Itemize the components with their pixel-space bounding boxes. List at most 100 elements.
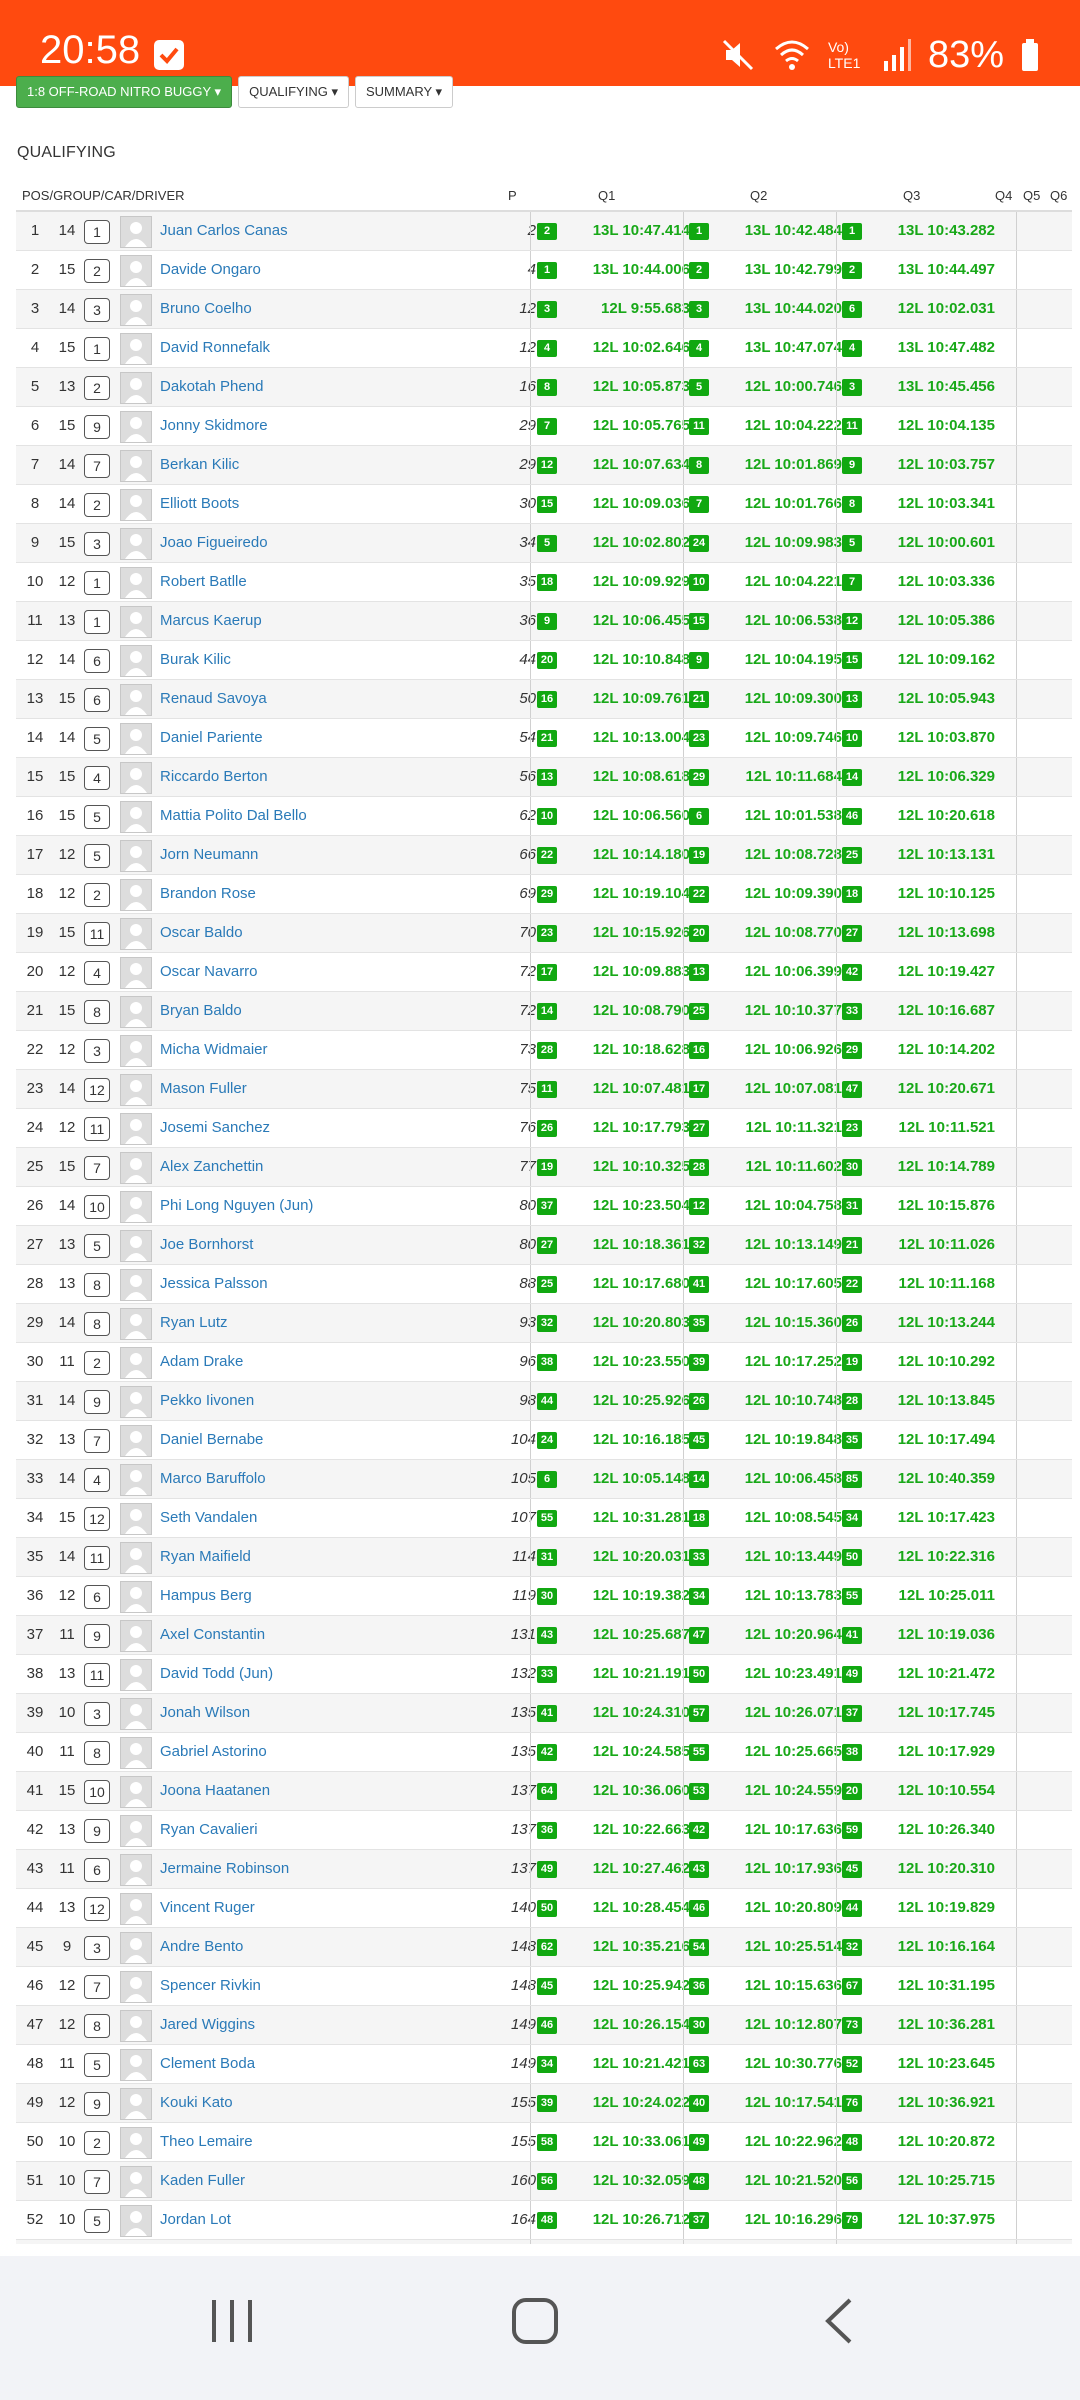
- column-divider: [1016, 2240, 1017, 2244]
- driver-link[interactable]: Seth Vandalen: [160, 1499, 510, 1537]
- avatar: [120, 2127, 152, 2159]
- avatar: [120, 1074, 152, 1106]
- column-divider: [836, 446, 837, 484]
- driver-link[interactable]: Jonny Skidmore: [160, 407, 510, 445]
- column-divider: [836, 329, 837, 367]
- driver-link[interactable]: Marcus Kaerup: [160, 602, 510, 640]
- driver-link[interactable]: Jonah Wilson: [160, 1694, 510, 1732]
- driver-link[interactable]: Theo Lemaire: [160, 2123, 510, 2161]
- position: 41: [26, 1782, 44, 1799]
- q1-result: 12L 10:18.628: [592, 1041, 690, 1058]
- column-divider: [836, 719, 837, 757]
- home-icon[interactable]: [510, 2296, 560, 2351]
- driver-link[interactable]: Phi Long Nguyen (Jun): [160, 1187, 510, 1225]
- driver-link[interactable]: Daniel Bernabe: [160, 1421, 510, 1459]
- qualifying-dropdown-button[interactable]: QUALIFYING ▾: [238, 76, 349, 108]
- driver-link[interactable]: Jermaine Robinson: [160, 1850, 510, 1888]
- driver-link[interactable]: Renaud Savoya: [160, 680, 510, 718]
- column-divider: [836, 1265, 837, 1303]
- driver-link[interactable]: Bruno Coelho: [160, 290, 510, 328]
- driver-link[interactable]: Jordan Lot: [160, 2201, 510, 2239]
- driver-link[interactable]: Juan Carlos Canas: [160, 212, 510, 250]
- driver-link[interactable]: Clement Boda: [160, 2045, 510, 2083]
- summary-dropdown-button[interactable]: SUMMARY ▾: [354, 76, 454, 108]
- q1-result: 12L 10:24.310: [592, 1704, 690, 1721]
- column-divider: [1016, 2162, 1017, 2200]
- q1-result: 12L 10:25.926: [592, 1392, 690, 1409]
- avatar: [120, 1464, 152, 1496]
- driver-link[interactable]: Jessica Palsson: [160, 1265, 510, 1303]
- q1-result: 12L 10:08.618: [592, 768, 690, 785]
- table-row: 7 14 7 Berkan Kilic 29 12 12L 10:07.634 8 12L 10…: [16, 446, 1072, 485]
- driver-link[interactable]: Daniel Pariente: [160, 719, 510, 757]
- driver-link[interactable]: Elliott Boots: [160, 485, 510, 523]
- driver-link[interactable]: Kaden Fuller: [160, 2162, 510, 2200]
- driver-link[interactable]: Dakotah Phend: [160, 368, 510, 406]
- driver-link[interactable]: Jorn Neumann: [160, 836, 510, 874]
- driver-link[interactable]: Riccardo Berton: [160, 758, 510, 796]
- q1-result: 12L 10:05.765: [592, 417, 690, 434]
- class-dropdown-button[interactable]: 1:8 OFF-ROAD NITRO BUGGY ▾: [16, 76, 233, 108]
- driver-link[interactable]: Davide Ongaro: [160, 251, 510, 289]
- driver-link[interactable]: Vincent Ruger: [160, 1889, 510, 1927]
- driver-link[interactable]: Ryan Lutz: [160, 1304, 510, 1342]
- position: 53: [20, 2240, 50, 2244]
- driver-link[interactable]: Josemi Sanchez: [160, 1109, 510, 1147]
- driver-link[interactable]: Bryan Baldo: [160, 992, 510, 1030]
- driver-link[interactable]: Pekko Iivonen: [160, 1382, 510, 1420]
- driver-link[interactable]: Joao Figueiredo: [160, 524, 510, 562]
- driver-link[interactable]: Brandon Rose: [160, 875, 510, 913]
- driver-link[interactable]: David Todd (Jun): [160, 1655, 510, 1693]
- table-row: 46 12 7 Spencer Rivkin 148 45 12L 10:25.942 36 1…: [16, 1967, 1072, 2006]
- driver-link[interactable]: Ryan Maifield: [160, 1538, 510, 1576]
- car-number: 11: [84, 1117, 110, 1141]
- driver-link[interactable]: Mason Fuller: [160, 1070, 510, 1108]
- column-divider: [1016, 914, 1017, 952]
- q2-result: 12L 10:06.399: [744, 963, 842, 980]
- driver-link[interactable]: Berkan Kilic: [160, 446, 510, 484]
- position: 3: [30, 300, 40, 317]
- group: 14: [58, 651, 76, 668]
- driver-link[interactable]: Kouki Kato: [160, 2084, 510, 2122]
- driver-link[interactable]: Jared Wiggins: [160, 2006, 510, 2044]
- q2-result: 12L 10:15.636: [744, 1977, 842, 1994]
- wifi-icon: [772, 37, 812, 73]
- column-divider: [530, 602, 531, 640]
- car-number: 7: [84, 2170, 110, 2194]
- avatar: [120, 1035, 152, 1067]
- driver-link[interactable]: Ryan Cavalieri: [160, 1811, 510, 1849]
- driver-link[interactable]: Axel Constantin: [160, 1616, 510, 1654]
- driver-link[interactable]: Cole Odgen: [160, 2240, 510, 2244]
- column-divider: [836, 2201, 837, 2239]
- driver-link[interactable]: Oscar Navarro: [160, 953, 510, 991]
- driver-link[interactable]: Adam Drake: [160, 1343, 510, 1381]
- points: 149: [510, 2055, 536, 2072]
- driver-link[interactable]: Andre Bento: [160, 1928, 510, 1966]
- column-divider: [1016, 1031, 1017, 1069]
- column-divider: [683, 1304, 684, 1342]
- driver-link[interactable]: Mattia Polito Dal Bello: [160, 797, 510, 835]
- driver-link[interactable]: Alex Zanchettin: [160, 1148, 510, 1186]
- back-icon[interactable]: [820, 2296, 856, 2351]
- driver-link[interactable]: Robert Batlle: [160, 563, 510, 601]
- driver-link[interactable]: Hampus Berg: [160, 1577, 510, 1615]
- driver-link[interactable]: Joona Haatanen: [160, 1772, 510, 1810]
- driver-link[interactable]: Marco Baruffolo: [160, 1460, 510, 1498]
- table-body: 1 14 1 Juan Carlos Canas 2 2 13L 10:47.414 1 13L…: [16, 212, 1072, 2244]
- position: 47: [26, 2016, 44, 2033]
- points: 135: [510, 1743, 536, 1760]
- q3-result: 12L 10:06.329: [897, 768, 995, 785]
- driver-link[interactable]: Gabriel Astorino: [160, 1733, 510, 1771]
- column-divider: [530, 1538, 531, 1576]
- driver-link[interactable]: David Ronnefalk: [160, 329, 510, 367]
- q2-result: 12L 10:23.491: [744, 1665, 842, 1682]
- driver-link[interactable]: Joe Bornhorst: [160, 1226, 510, 1264]
- recent-apps-icon[interactable]: [208, 2296, 256, 2351]
- column-divider: [683, 2123, 684, 2161]
- driver-link[interactable]: Spencer Rivkin: [160, 1967, 510, 2005]
- driver-link[interactable]: Oscar Baldo: [160, 914, 510, 952]
- driver-link[interactable]: Burak Kilic: [160, 641, 510, 679]
- driver-link[interactable]: Micha Widmaier: [160, 1031, 510, 1069]
- q3-result: 12L 10:10.554: [897, 1782, 995, 1799]
- avatar: [120, 1932, 152, 1964]
